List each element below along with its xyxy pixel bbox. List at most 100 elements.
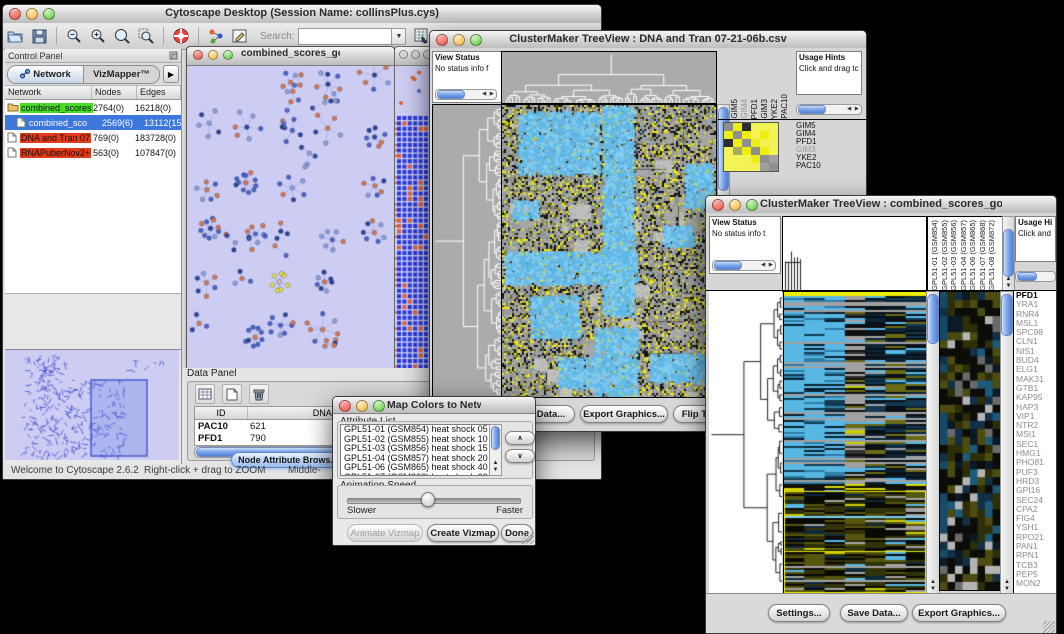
treeview1-titlebar[interactable]: ClusterMaker TreeView : DNA and Tran 07-…	[430, 31, 866, 49]
scrollbar-thumb[interactable]	[1017, 272, 1037, 281]
zoom-heatmap[interactable]	[723, 122, 779, 172]
scrollbar-thumb[interactable]	[927, 294, 939, 344]
main-titlebar[interactable]: Cytoscape Desktop (Session Name: collins…	[3, 5, 601, 24]
row-dendrogram[interactable]	[709, 291, 782, 593]
zoom-out-icon[interactable]	[64, 26, 84, 46]
zoom-selected-icon[interactable]	[136, 26, 156, 46]
help-icon[interactable]	[171, 26, 191, 46]
tab-network[interactable]: Network	[8, 66, 84, 83]
save-data-button[interactable]: Save Data...	[840, 604, 908, 622]
minimize-button[interactable]	[729, 199, 741, 211]
column-dendrogram[interactable]	[501, 51, 717, 104]
horizontal-scrollbar[interactable]: ◀ ▶	[796, 104, 862, 115]
network-tree-row[interactable]: DNA and Tran 07769(0)183728(0)	[5, 130, 181, 145]
dialog-titlebar[interactable]: Map Colors to Network	[333, 397, 535, 414]
column-dendrogram[interactable]	[782, 216, 927, 292]
new-attribute-icon[interactable]	[222, 384, 242, 404]
close-button[interactable]	[436, 34, 448, 46]
network-tree-row[interactable]: RNAPuberNov2+563(0)107847(0)	[5, 145, 181, 160]
row-gene-label[interactable]: PAC10	[796, 162, 858, 170]
scrollbar-arrows[interactable]: ◀ ▶	[761, 261, 774, 269]
minimize-button[interactable]	[411, 50, 420, 59]
row-dendrogram[interactable]	[432, 104, 503, 398]
resize-grip[interactable]	[1043, 621, 1055, 633]
resize-grip[interactable]	[522, 532, 534, 544]
create-vizmap-button[interactable]: Create Vizmap	[427, 524, 499, 542]
close-button[interactable]	[712, 199, 724, 211]
annotation-icon[interactable]	[230, 26, 250, 46]
network-view-titlebar[interactable]: combined_scores_good.txt--cluste...	[187, 47, 394, 66]
horizontal-scrollbar[interactable]: ◀ ▶	[435, 89, 497, 100]
column-array-label[interactable]: GPL51-04 (GSM857)	[959, 220, 969, 291]
vertical-scrollbar[interactable]: ▲▼	[489, 424, 502, 476]
delete-attribute-icon[interactable]	[249, 384, 269, 404]
minimize-button[interactable]	[356, 400, 368, 412]
scrollbar-arrows[interactable]: ▲▼	[490, 460, 501, 474]
birdseye-canvas[interactable]	[5, 350, 179, 460]
column-gene-label[interactable]: PAC10	[780, 94, 790, 119]
zoom-heatmap[interactable]	[939, 291, 1001, 591]
scrollbar-arrows[interactable]: ◀ ▶	[482, 90, 495, 98]
column-array-label[interactable]: GPL51-08 (GSM872)	[987, 220, 997, 291]
horizontal-scrollbar[interactable]	[1015, 271, 1056, 282]
export-graphics-button[interactable]: Export Graphics...	[912, 604, 1006, 622]
close-button[interactable]	[193, 50, 203, 60]
animate-vizmap-button[interactable]: Animate Vizmap	[347, 524, 423, 542]
zoom-window-button[interactable]	[470, 34, 482, 46]
zoom-fit-icon[interactable]	[112, 26, 132, 46]
gene-list-item[interactable]: MON2	[1014, 579, 1056, 588]
export-graphics-button[interactable]: Export Graphics...	[580, 405, 668, 423]
scrollbar-arrows[interactable]: ▲▼	[1001, 579, 1013, 593]
horizontal-scrollbar[interactable]: ◀ ▶	[712, 260, 776, 271]
open-file-icon[interactable]	[5, 26, 25, 46]
close-button[interactable]	[339, 400, 351, 412]
scrollbar-thumb[interactable]	[1001, 294, 1013, 336]
birdseye-view[interactable]	[5, 349, 181, 462]
expression-heatmap-canvas[interactable]	[784, 292, 926, 594]
scrollbar-arrows[interactable]: ▲▼	[927, 579, 939, 593]
column-gene-label[interactable]: PFD1	[750, 99, 760, 119]
scrollbar-thumb[interactable]	[491, 426, 500, 450]
similarity-heatmap-canvas[interactable]	[502, 105, 716, 397]
row-dendrogram-canvas[interactable]	[433, 105, 502, 397]
settings-button[interactable]: Settings...	[768, 604, 830, 622]
expression-heatmap[interactable]	[783, 291, 927, 595]
zoom-window-button[interactable]	[746, 199, 758, 211]
vizmapper-icon[interactable]	[206, 26, 226, 46]
tab-vizmapper[interactable]: VizMapper™	[84, 66, 159, 83]
minimize-button[interactable]	[208, 50, 218, 60]
vertical-scrollbar[interactable]: ▲▼	[926, 291, 940, 595]
row-dendrogram-canvas[interactable]	[709, 291, 782, 593]
similarity-heatmap[interactable]	[501, 104, 717, 398]
network-canvas[interactable]	[187, 66, 392, 372]
column-array-label[interactable]: GPL51-07 (GSM868)	[978, 220, 988, 291]
zoom-window-button[interactable]	[43, 8, 55, 20]
save-session-icon[interactable]	[29, 26, 49, 46]
column-dendrogram-canvas[interactable]	[783, 217, 926, 291]
scrollbar-arrows[interactable]: ◀ ▶	[847, 105, 860, 113]
column-gene-label[interactable]: GIM4	[740, 99, 750, 119]
zoom-heatmap-canvas[interactable]	[940, 292, 1000, 590]
column-array-label[interactable]: GPL51-02 (GSM855)	[940, 220, 950, 291]
move-up-button[interactable]: ∧	[505, 431, 535, 445]
background-network-canvas[interactable]	[395, 66, 430, 374]
close-button[interactable]	[9, 8, 21, 20]
network-tree-row[interactable]: combined_scores2764(0)16218(0)	[5, 100, 181, 115]
move-down-button[interactable]: ∨	[505, 449, 535, 463]
zoom-window-button[interactable]	[373, 400, 385, 412]
column-array-label[interactable]: GPL51-06 (GSM865)	[968, 220, 978, 291]
column-gene-label[interactable]: YKE2	[770, 99, 780, 119]
slider-thumb[interactable]	[421, 492, 435, 507]
scrollbar-thumb[interactable]	[1003, 229, 1014, 277]
column-array-label[interactable]: GPL51-03 (GSM856)	[949, 220, 959, 291]
scrollbar-thumb[interactable]	[437, 90, 465, 99]
tabs-overflow-button[interactable]: ▶	[163, 65, 179, 83]
minimize-button[interactable]	[26, 8, 38, 20]
close-button[interactable]	[399, 50, 408, 59]
scrollbar-arrows[interactable]: ▲▼	[1003, 276, 1014, 290]
treeview2-titlebar[interactable]: ClusterMaker TreeView : combined_scores_…	[706, 196, 1056, 214]
scrollbar-thumb[interactable]	[798, 105, 826, 114]
column-array-label[interactable]: GPL51-01 (GSM854)	[930, 220, 940, 291]
vertical-scrollbar[interactable]: ▲▼	[1002, 216, 1015, 292]
search-input[interactable]	[298, 28, 392, 45]
